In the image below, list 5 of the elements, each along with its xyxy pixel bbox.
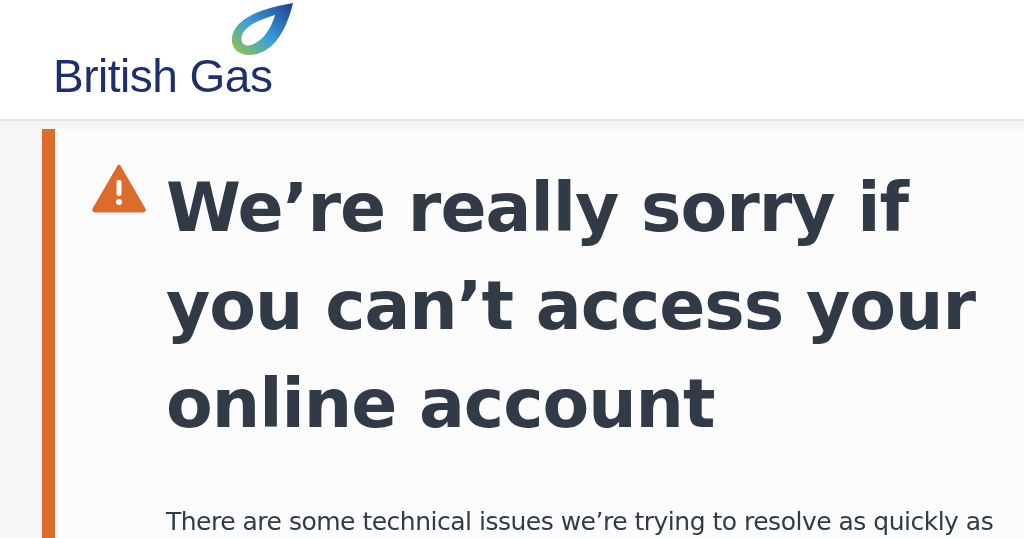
alert-message: There are some technical issues we’re trying to resolve as quickly as — [166, 507, 994, 536]
warning-icon — [92, 163, 146, 213]
flame-logo-icon — [229, 2, 295, 56]
logo-wordmark[interactable]: British Gas — [53, 52, 273, 100]
alert-title: We’re really sorry if you can’t access your online account — [166, 167, 977, 445]
